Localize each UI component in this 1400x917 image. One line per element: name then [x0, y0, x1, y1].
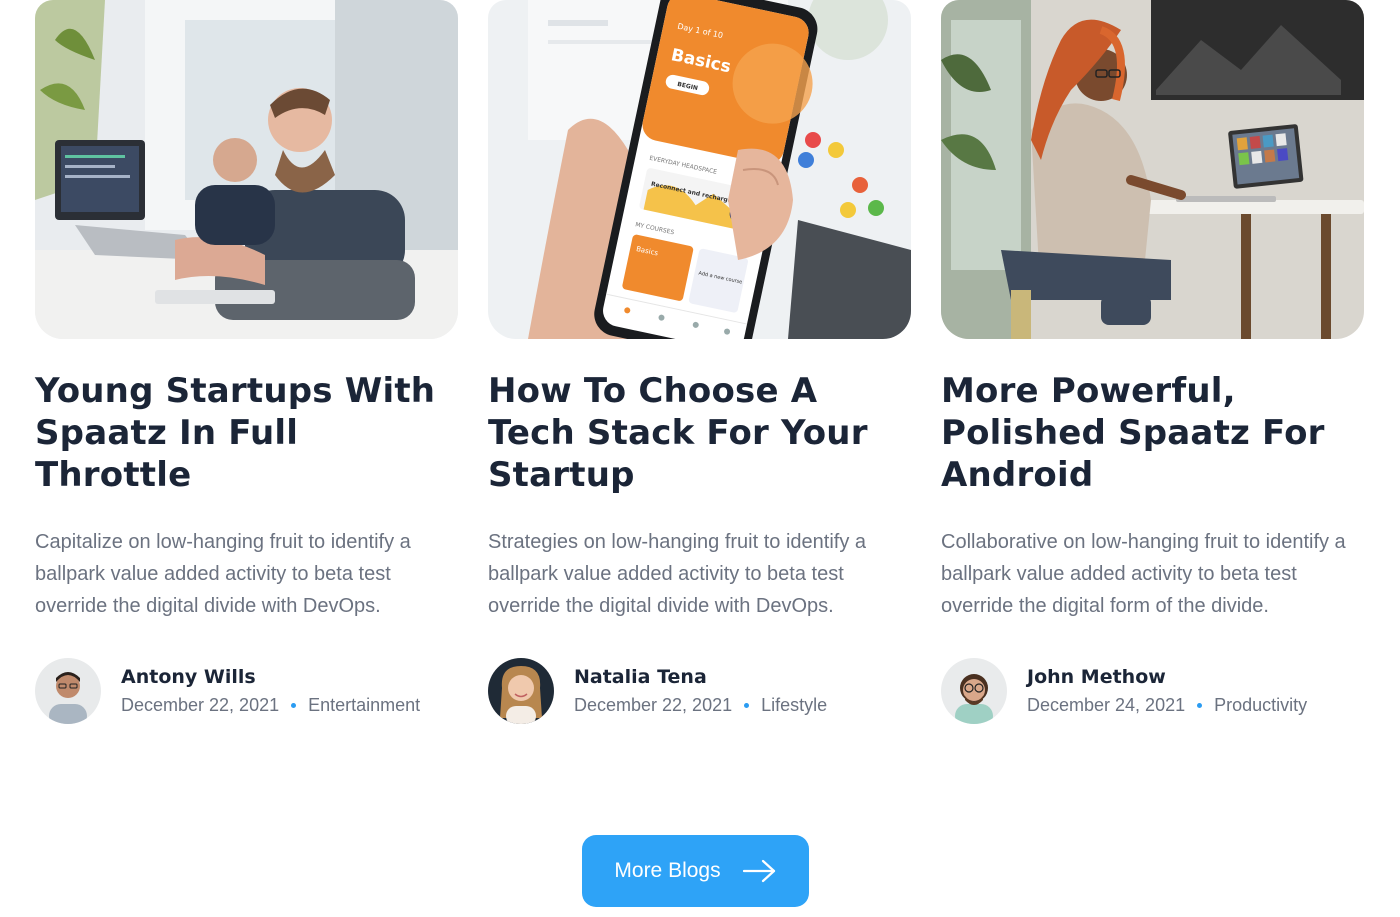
- post-date: December 24, 2021: [1027, 695, 1186, 715]
- arrow-right-icon: [742, 859, 775, 883]
- blog-title[interactable]: How To Choose A Tech Stack For Your Star…: [488, 370, 911, 496]
- post-date: December 22, 2021: [574, 695, 733, 715]
- author-name[interactable]: Antony Wills: [121, 664, 420, 690]
- blog-section: Young Startups With Spaatz In Full Throt…: [0, 0, 1400, 917]
- office-photo: [35, 0, 458, 339]
- laptop-photo: [941, 0, 1364, 339]
- post-info: December 22, 2021 Lifestyle: [574, 692, 827, 718]
- blog-excerpt: Collaborative on low-hanging fruit to id…: [941, 531, 1346, 617]
- author-block: John Methow December 24, 2021 Productivi…: [1027, 664, 1307, 718]
- author-avatar-natalia: [488, 658, 554, 724]
- post-category[interactable]: Productivity: [1214, 692, 1307, 718]
- blog-title[interactable]: More Powerful, Polished Spaatz For Andro…: [941, 370, 1364, 496]
- separator-dot-icon: [744, 702, 750, 708]
- blog-excerpt: Capitalize on low-hanging fruit to ident…: [35, 531, 411, 617]
- author-block: Antony Wills December 22, 2021 Entertain…: [121, 664, 420, 718]
- more-blogs-button[interactable]: More Blogs: [582, 835, 809, 907]
- author-name[interactable]: Natalia Tena: [574, 664, 827, 690]
- blog-cards: Young Startups With Spaatz In Full Throt…: [35, 0, 1365, 724]
- blog-thumbnail-laptop[interactable]: [941, 0, 1364, 339]
- avatar: [488, 658, 554, 724]
- author-avatar-john: [941, 658, 1007, 724]
- avatar: [941, 658, 1007, 724]
- separator-dot-icon: [291, 702, 297, 708]
- blog-title[interactable]: Young Startups With Spaatz In Full Throt…: [35, 370, 458, 496]
- blog-meta: Natalia Tena December 22, 2021 Lifestyle: [488, 658, 911, 724]
- avatar: [35, 658, 101, 724]
- post-info: December 22, 2021 Entertainment: [121, 692, 420, 718]
- more-blogs-label: More Blogs: [614, 859, 721, 882]
- blog-excerpt: Strategies on low-hanging fruit to ident…: [488, 531, 866, 617]
- blog-meta: Antony Wills December 22, 2021 Entertain…: [35, 658, 458, 724]
- post-category[interactable]: Lifestyle: [761, 692, 827, 718]
- blog-thumbnail-phone[interactable]: Day 1 of 10 Basics BEGIN EVERYDAY HEADSP…: [488, 0, 911, 339]
- blog-meta: John Methow December 24, 2021 Productivi…: [941, 658, 1364, 724]
- post-date: December 22, 2021: [121, 695, 280, 715]
- author-block: Natalia Tena December 22, 2021 Lifestyle: [574, 664, 827, 718]
- blog-thumbnail-office[interactable]: [35, 0, 458, 339]
- blog-card[interactable]: Young Startups With Spaatz In Full Throt…: [35, 0, 458, 724]
- author-name[interactable]: John Methow: [1027, 664, 1307, 690]
- blog-card[interactable]: More Powerful, Polished Spaatz For Andro…: [941, 0, 1364, 724]
- phone-photo: Day 1 of 10 Basics BEGIN EVERYDAY HEADSP…: [488, 0, 911, 339]
- post-info: December 24, 2021 Productivity: [1027, 692, 1307, 718]
- blog-card[interactable]: Day 1 of 10 Basics BEGIN EVERYDAY HEADSP…: [488, 0, 911, 724]
- separator-dot-icon: [1197, 702, 1203, 708]
- author-avatar-antony: [35, 658, 101, 724]
- post-category[interactable]: Entertainment: [308, 692, 420, 718]
